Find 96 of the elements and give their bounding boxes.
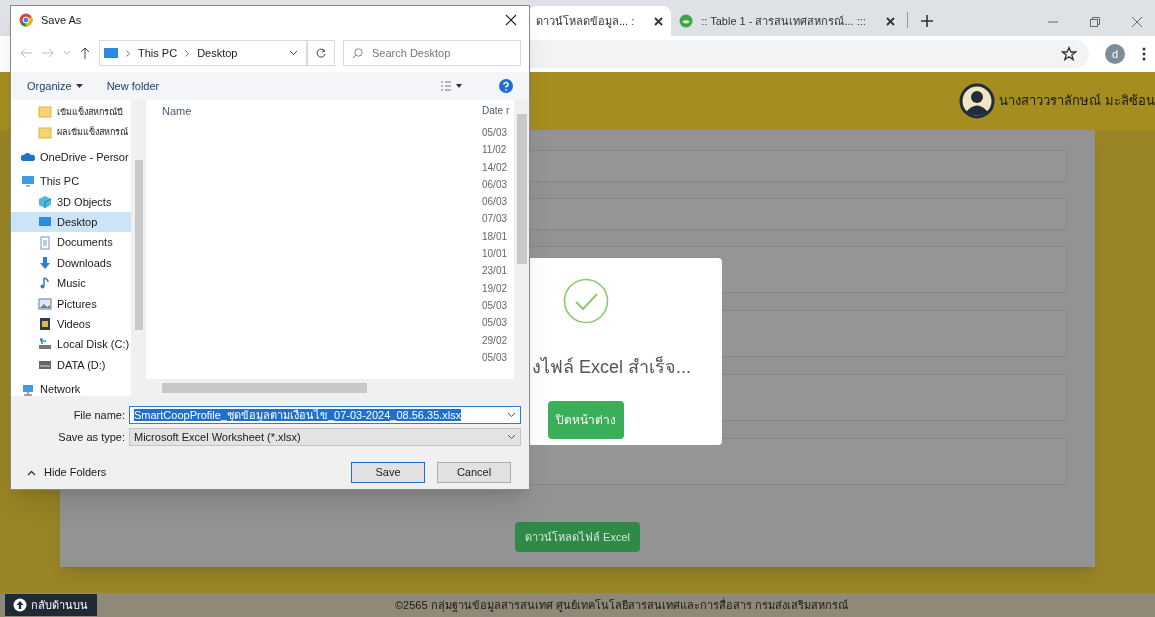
nav-item[interactable]: Downloads — [11, 252, 131, 274]
address-field[interactable]: This PC Desktop — [99, 40, 307, 66]
date-cell-text: 11/02 — [482, 143, 508, 158]
breadcrumb-item[interactable]: Desktop — [197, 44, 238, 62]
dialog-title: Save As — [41, 12, 83, 28]
nav-item[interactable]: Videos — [11, 313, 131, 335]
field-label: File name: — [72, 407, 125, 423]
nav-item[interactable]: Pictures — [11, 293, 131, 314]
date-cell-text: 10/01 — [482, 247, 509, 262]
up-arrow-icon — [13, 598, 27, 612]
up-icon[interactable] — [79, 46, 91, 60]
scroll-thumb[interactable] — [516, 114, 527, 264]
nav-item[interactable]: Documents — [11, 232, 131, 253]
restore-icon[interactable] — [1089, 16, 1101, 28]
nav-item[interactable]: ผลเข้มแข็งสหกรณ์ — [11, 122, 131, 143]
search-icon — [352, 48, 363, 59]
new-tab-icon[interactable] — [919, 14, 934, 28]
nav-item[interactable]: DATA (D:) — [11, 354, 131, 376]
nav-item[interactable]: Local Disk (C:) — [11, 334, 131, 355]
date-cell-text: 14/02 — [482, 160, 509, 175]
save-button[interactable]: Save — [351, 462, 425, 483]
nav-item[interactable]: Desktop — [11, 211, 131, 233]
cube-icon — [38, 194, 52, 209]
globe-icon — [679, 14, 694, 28]
date-cell-text: 23/01 — [482, 264, 509, 279]
nav-item[interactable]: Network — [11, 379, 131, 400]
folder-icon — [38, 125, 52, 140]
search-field[interactable]: Search Desktop — [343, 40, 521, 66]
scrollbar[interactable] — [146, 379, 529, 396]
forward-icon[interactable] — [41, 47, 55, 59]
music-note-icon — [38, 276, 52, 291]
field-label: Save as type: — [57, 429, 125, 445]
chevron-right-icon — [126, 49, 130, 57]
date-cell-text: 29/02 — [482, 333, 509, 348]
download-icon — [38, 255, 52, 270]
drive-icon — [38, 337, 52, 352]
nav-item[interactable]: เข้มแข็งสหกรณ์ปี — [11, 102, 131, 123]
chevron-down-icon[interactable] — [507, 412, 516, 418]
date-cell-text: 05/03 — [482, 350, 509, 365]
browser-tab[interactable]: ดาวน์โหลดข้อมูล... : — [528, 6, 672, 36]
nav-item[interactable]: OneDrive - Persor — [11, 146, 131, 168]
date-cell-text: 06/03 — [482, 195, 509, 210]
close-icon[interactable] — [654, 16, 664, 26]
folder-icon — [38, 105, 52, 120]
scroll-thumb[interactable] — [134, 160, 143, 330]
refresh-button[interactable] — [307, 40, 335, 66]
film-icon — [38, 317, 52, 332]
user-name: นางสาววราลักษณ์ มะลิซ้อน — [999, 92, 1155, 111]
footer-text: ©2565 กลุ่มฐานข้อมูลสารสนเทศ ศูนย์เทคโนโลยีสารสนเทศและการสื่อสาร กรมส่งเสริมสหกรณ์ — [395, 596, 848, 614]
column-header[interactable]: Name — [162, 102, 464, 120]
chevron-up-icon — [27, 469, 36, 476]
chrome-icon — [19, 13, 33, 27]
document-icon — [38, 235, 52, 250]
date-cell-text: 19/02 — [482, 281, 509, 296]
back-icon[interactable] — [19, 47, 33, 59]
caret-icon — [75, 84, 83, 88]
breadcrumb-item[interactable]: This PC — [138, 44, 178, 62]
column-header[interactable]: Date r — [482, 100, 514, 122]
network-icon — [21, 382, 35, 397]
more-icon[interactable] — [1141, 46, 1147, 62]
browser-tab[interactable]: :: Table 1 - สารสนเทศสหกรณ์... ::: — [671, 6, 903, 36]
help-icon[interactable] — [499, 79, 513, 93]
file-type-dropdown[interactable]: Microsoft Excel Worksheet (*.xlsx) — [129, 428, 521, 446]
success-message: งไฟล์ Excel สำเร็จ... — [532, 355, 692, 379]
nav-item[interactable]: This PC — [11, 171, 131, 192]
date-cell-text: 05/03 — [482, 316, 509, 331]
check-circle-icon — [563, 278, 609, 324]
chevron-down-icon[interactable] — [289, 50, 298, 56]
refresh-icon — [316, 48, 326, 58]
monitor-icon — [104, 47, 118, 59]
close-icon[interactable] — [505, 14, 517, 26]
scroll-thumb[interactable] — [162, 382, 367, 393]
date-cell-text: 05/03 — [482, 126, 509, 140]
hide-folders-button[interactable]: Hide Folders — [19, 464, 107, 481]
file-name-field[interactable]: SmartCoopProfile_ชุดข้อมูลตามเงื่อนไข_07-03-2024_08.56.35.xlsx — [129, 406, 521, 424]
star-icon[interactable] — [1061, 46, 1077, 62]
back-to-top-button[interactable]: กลับด้านบน — [5, 594, 97, 616]
new-folder-button[interactable]: New folder — [106, 77, 160, 95]
date-cell-text: 05/03 — [482, 298, 509, 313]
view-icon[interactable] — [441, 81, 463, 91]
scrollbar[interactable] — [514, 100, 529, 379]
download-button[interactable]: ดาวน์โหลดไฟล์ Excel — [515, 522, 640, 552]
nav-item[interactable]: Music — [11, 273, 131, 294]
nav-item[interactable]: 3D Objects — [11, 191, 131, 212]
cancel-button[interactable]: Cancel — [437, 462, 511, 483]
user-icon — [959, 83, 996, 119]
date-cell-text: 06/03 — [482, 177, 509, 192]
computer-icon — [21, 174, 35, 189]
close-icon[interactable] — [885, 16, 895, 26]
scrollbar[interactable] — [131, 100, 146, 396]
chevron-right-icon — [185, 49, 190, 57]
date-cell-text: 07/03 — [482, 212, 509, 227]
organize-menu[interactable]: Organize — [27, 77, 83, 95]
picture-icon — [38, 296, 52, 311]
date-cell-text: 18/01 — [482, 229, 509, 244]
chevron-down-icon[interactable] — [507, 434, 516, 440]
